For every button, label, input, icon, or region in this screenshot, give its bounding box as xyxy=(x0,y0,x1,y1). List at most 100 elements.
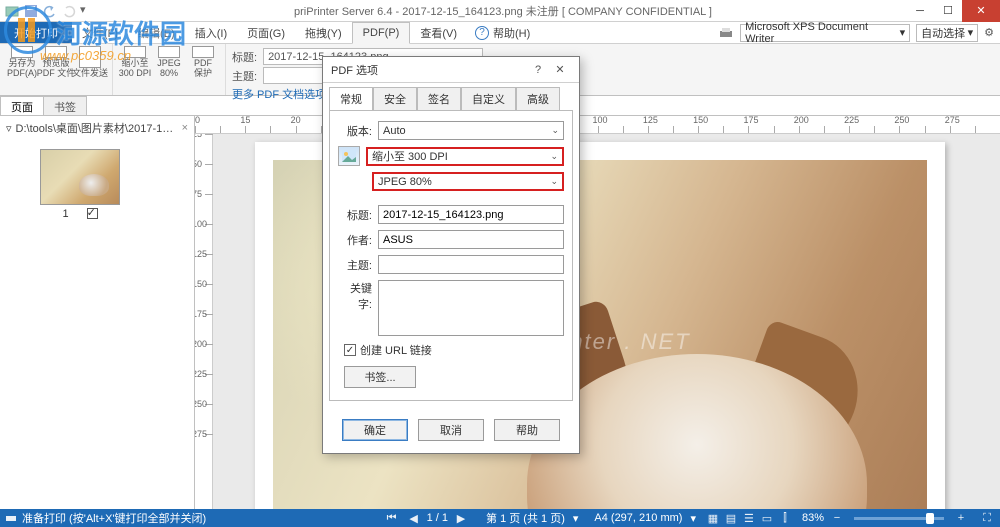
next-page-button[interactable]: ▶ xyxy=(452,510,470,526)
qat-undo-icon[interactable] xyxy=(42,3,58,19)
first-page-button[interactable]: ⏮ xyxy=(383,510,401,526)
btn-pdf-protect[interactable]: PDF保护 xyxy=(187,46,219,78)
minimize-button[interactable]: ─ xyxy=(906,0,934,22)
tab-file[interactable]: 文件(F) xyxy=(72,22,128,43)
chevron-down-icon: ▾ xyxy=(968,26,974,39)
printer-icon xyxy=(718,26,734,40)
ribbon-tabs: 开始打印 文件(F) 编辑(E) 插入(I) 页面(G) 拖拽(Y) PDF(P… xyxy=(0,22,1000,44)
ribbon-group-save: 另存为PDF(A) 预览版PDF 文件 文件发送 xyxy=(0,44,113,95)
qat-redo-icon[interactable] xyxy=(61,3,77,19)
dialog-title: PDF 选项 xyxy=(331,62,527,78)
app-icon xyxy=(4,3,20,19)
view-mode-4[interactable]: ▭ xyxy=(758,510,776,526)
printer-select[interactable]: Microsoft XPS Document Writer▾ xyxy=(740,24,910,42)
view-mode-2[interactable]: ▤ xyxy=(722,510,740,526)
dialog-help-button[interactable]: ? xyxy=(527,64,549,76)
view-mode-1[interactable]: ▦ xyxy=(704,510,722,526)
zoom-slider[interactable] xyxy=(854,517,944,520)
dialog-tab-security[interactable]: 安全 xyxy=(373,87,417,110)
close-icon[interactable]: × xyxy=(182,122,188,134)
close-button[interactable]: ✕ xyxy=(962,0,1000,22)
help-button[interactable]: 帮助 xyxy=(494,419,560,441)
dialog-tab-signature[interactable]: 签名 xyxy=(417,87,461,110)
btn-send-file[interactable]: 文件发送 xyxy=(74,46,106,78)
primary-tab[interactable]: 开始打印 xyxy=(0,22,72,43)
dialog-close-button[interactable]: ✕ xyxy=(549,63,571,76)
thumbnail-image xyxy=(40,149,120,205)
horizontal-ruler: 1015202530404550100125150175200225250275 xyxy=(195,116,1000,134)
status-bar: 准备打印 (按'Alt+X'键打印全部并关闭) ⏮ ◀ 1 / 1 ▶ 第 1 … xyxy=(0,509,1000,527)
pdf-options-dialog: PDF 选项 ? ✕ 常规 安全 签名 自定义 高级 版本: Auto⌄ 缩小至… xyxy=(322,56,580,454)
keywords-input[interactable] xyxy=(378,280,564,336)
image-icon xyxy=(338,146,360,166)
dialog-tab-advanced[interactable]: 高级 xyxy=(516,87,560,110)
tab-view[interactable]: 查看(V) xyxy=(410,22,467,43)
fullscreen-button[interactable]: ⛶ xyxy=(978,510,996,526)
version-select[interactable]: Auto⌄ xyxy=(378,121,564,140)
chevron-down-icon: ⌄ xyxy=(550,151,558,162)
window-title: priPrinter Server 6.4 - 2017-12-15_16412… xyxy=(100,3,906,19)
tab-help[interactable]: ? 帮助(H) xyxy=(467,22,538,43)
btn-save-as-pdf[interactable]: 另存为PDF(A) xyxy=(6,46,38,78)
chevron-down-icon[interactable]: ▾ xyxy=(573,512,579,525)
version-label: 版本: xyxy=(338,123,372,139)
mode-select[interactable]: 自动选择▾ xyxy=(916,24,978,42)
tab-pdf[interactable]: PDF(P) xyxy=(352,22,411,44)
maximize-button[interactable]: ☐ xyxy=(934,0,962,22)
zoom-in-button[interactable]: + xyxy=(952,510,970,526)
ribbon-subject-label: 主题: xyxy=(232,68,257,84)
dialog-title-bar[interactable]: PDF 选项 ? ✕ xyxy=(323,57,579,83)
document-path-label: D:\tools\桌面\图片素材\2017-12-15_164123.p... xyxy=(16,120,178,136)
chevron-down-icon: ⌄ xyxy=(551,125,559,136)
author-input[interactable] xyxy=(378,230,564,249)
page-nav-text: 1 / 1 xyxy=(427,512,448,524)
thumbnails-panel: ▿ D:\tools\桌面\图片素材\2017-12-15_164123.p..… xyxy=(0,116,195,509)
chevron-down-icon[interactable]: ▾ xyxy=(690,512,696,525)
downscale-select[interactable]: 缩小至 300 DPI⌄ xyxy=(366,147,564,166)
title-bar: ▾ priPrinter Server 6.4 - 2017-12-15_164… xyxy=(0,0,1000,22)
qat-dropdown-icon[interactable]: ▾ xyxy=(80,3,96,19)
bookmarks-button[interactable]: 书签... xyxy=(344,366,416,388)
ribbon-more-link[interactable]: 更多 PDF 文档选项 xyxy=(232,86,326,102)
cancel-button[interactable]: 取消 xyxy=(418,419,484,441)
jpeg-select[interactable]: JPEG 80%⌄ xyxy=(372,172,564,191)
page-thumbnail[interactable]: 1 xyxy=(40,149,120,220)
page-count: 第 1 页 (共 1 页) xyxy=(486,510,565,526)
tab-insert[interactable]: 插入(I) xyxy=(185,22,237,43)
tab-drag[interactable]: 拖拽(Y) xyxy=(295,22,352,43)
subject-label: 主题: xyxy=(338,257,372,273)
btn-downscale[interactable]: 缩小至300 DPI xyxy=(119,46,151,78)
zoom-out-button[interactable]: − xyxy=(828,510,846,526)
tab-edit[interactable]: 编辑(E) xyxy=(128,22,185,43)
chevron-down-icon: ⌄ xyxy=(550,176,558,187)
chevron-down-icon: ▿ xyxy=(6,122,12,135)
prev-page-button[interactable]: ◀ xyxy=(405,510,423,526)
canvas: 1015202530404550100125150175200225250275… xyxy=(195,116,1000,509)
gear-icon[interactable]: ⚙ xyxy=(984,26,994,39)
tab-page[interactable]: 页面(G) xyxy=(237,22,295,43)
url-links-checkbox[interactable]: ✓创建 URL 链接 xyxy=(344,342,564,358)
status-ready: 准备打印 (按'Alt+X'键打印全部并关闭) xyxy=(22,510,206,526)
view-mode-3[interactable]: ☰ xyxy=(740,510,758,526)
tab-bookmarks[interactable]: 书签 xyxy=(43,96,87,115)
title-input[interactable] xyxy=(378,205,564,224)
jpeg-icon xyxy=(158,46,180,58)
tab-pages[interactable]: 页面 xyxy=(0,96,44,115)
author-label: 作者: xyxy=(338,232,372,248)
document-path[interactable]: ▿ D:\tools\桌面\图片素材\2017-12-15_164123.p..… xyxy=(0,116,194,141)
subject-input[interactable] xyxy=(378,255,564,274)
ok-button[interactable]: 确定 xyxy=(342,419,408,441)
ribbon-group-image: 缩小至300 DPI JPEG80% PDF保护 xyxy=(113,44,226,95)
thumbnail-checkbox[interactable] xyxy=(87,208,98,219)
dialog-tab-general[interactable]: 常规 xyxy=(329,87,373,110)
btn-preview-pdf[interactable]: 预览版PDF 文件 xyxy=(40,46,72,78)
pdf-icon xyxy=(11,46,33,58)
send-icon xyxy=(79,46,101,68)
btn-jpeg[interactable]: JPEG80% xyxy=(153,46,185,78)
help-icon: ? xyxy=(475,26,489,40)
ribbon-title-label: 标题: xyxy=(232,49,257,65)
qat-save-icon[interactable] xyxy=(23,3,39,19)
dialog-tabs: 常规 安全 签名 自定义 高级 xyxy=(323,83,579,110)
dialog-tab-custom[interactable]: 自定义 xyxy=(461,87,516,110)
view-mode-5[interactable]: ⫿ xyxy=(776,510,794,526)
